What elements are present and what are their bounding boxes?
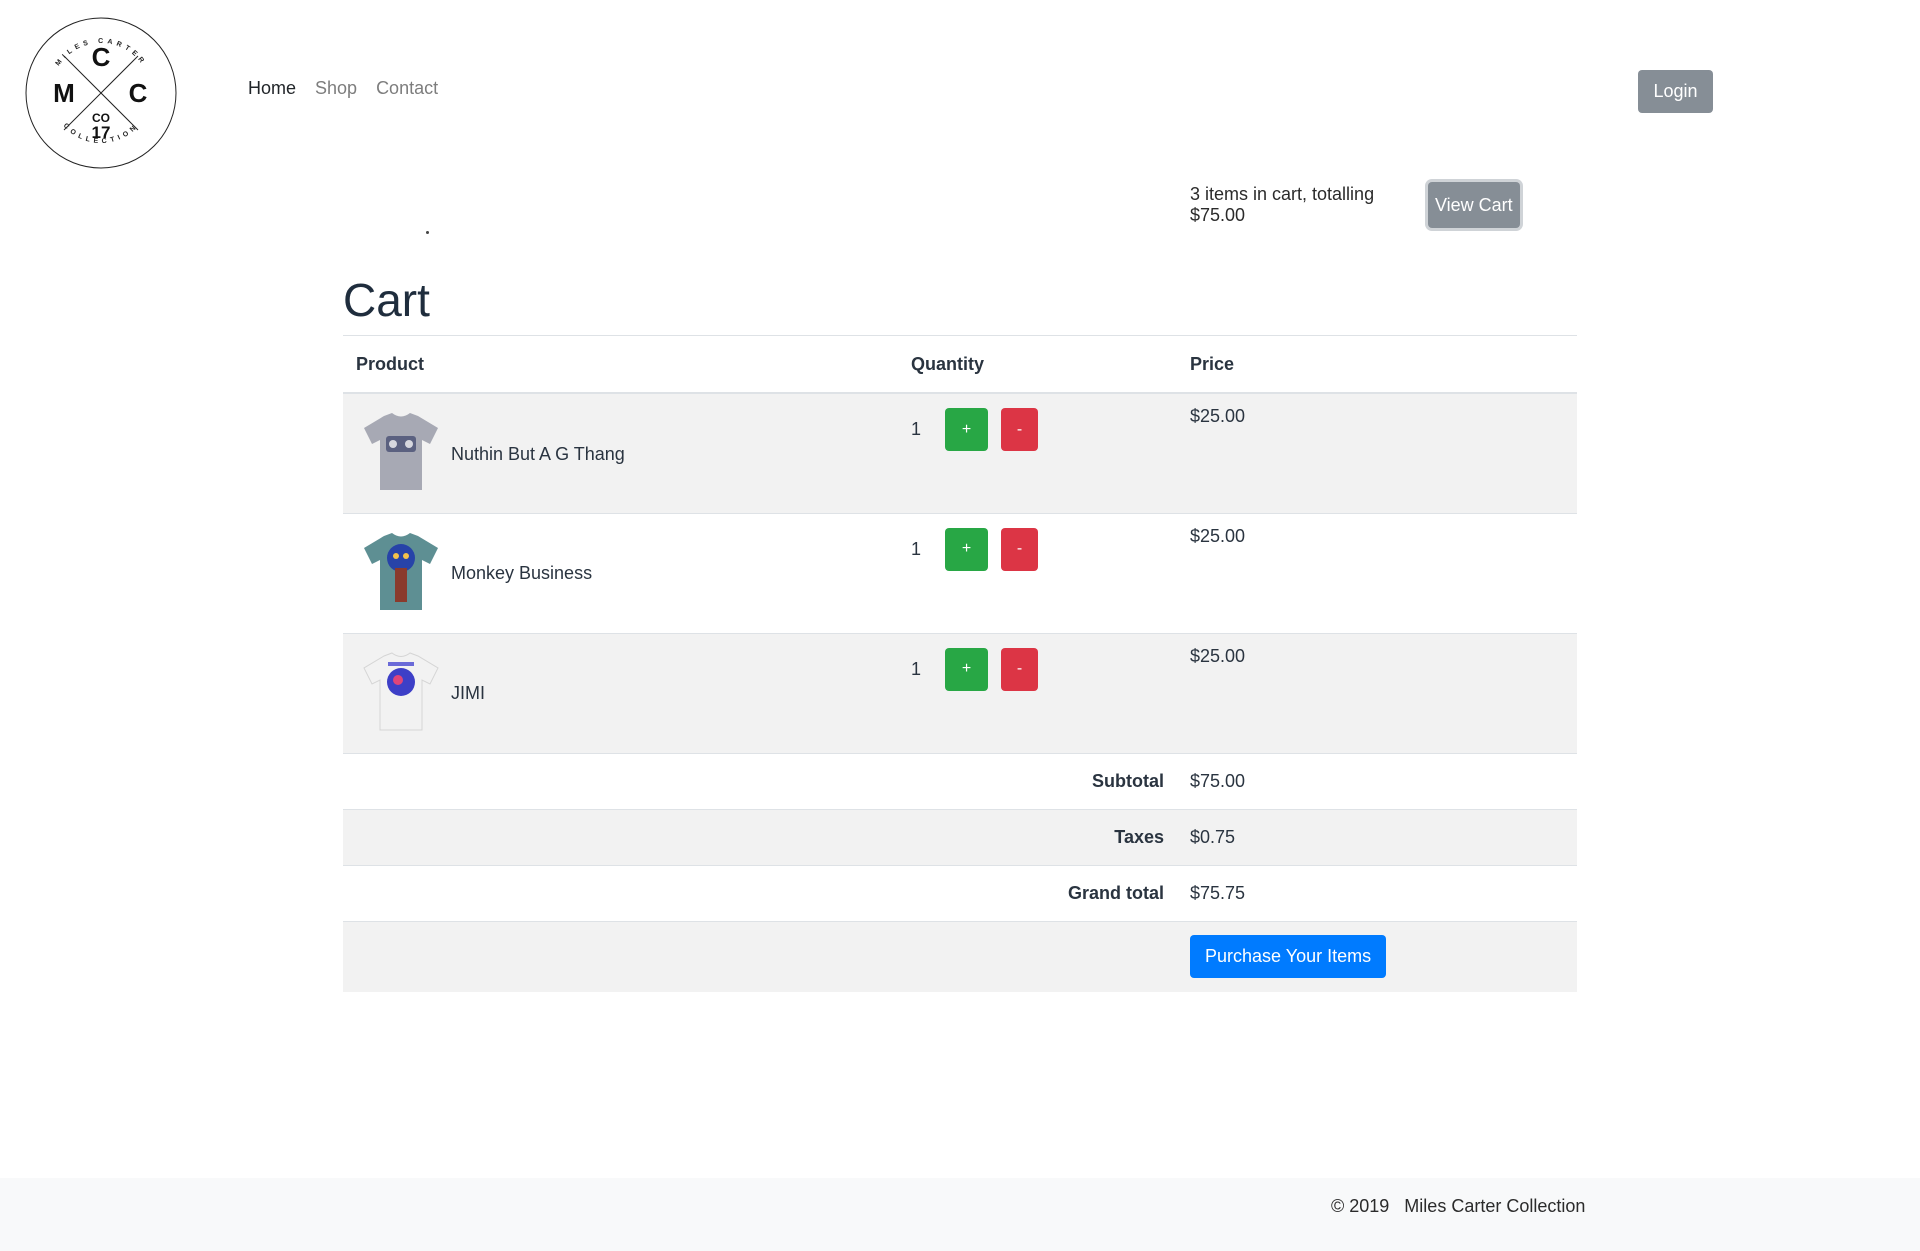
tshirt-image: [364, 413, 438, 490]
table-row: JIMI 1 + - $25.00: [343, 632, 1577, 753]
column-header-quantity: Quantity: [898, 336, 1177, 394]
quantity-value: 1: [911, 658, 922, 679]
main-nav: Home Shop Contact: [248, 78, 438, 99]
quantity-value: 1: [911, 538, 922, 559]
taxes-label: Taxes: [343, 808, 1177, 865]
logo-letter-left: M: [53, 78, 75, 108]
product-name: Monkey Business: [451, 563, 593, 583]
stray-dot: [426, 231, 429, 234]
taxes-row: Taxes $0.75: [343, 808, 1577, 865]
nav-home-link[interactable]: Home: [248, 78, 296, 99]
product-cell: Nuthin But A G Thang: [343, 392, 898, 513]
subtotal-row: Subtotal $75.00: [343, 752, 1577, 809]
decrease-quantity-button[interactable]: -: [1001, 408, 1038, 451]
price-cell: $25.00: [1177, 392, 1577, 513]
page-title: Cart: [343, 270, 1577, 336]
column-header-price: Price: [1177, 336, 1577, 394]
logo-letter-right: C: [129, 78, 148, 108]
purchase-cell: Purchase Your Items: [1177, 920, 1577, 992]
product-cell: JIMI: [343, 632, 898, 753]
cart-summary-text: 3 items in cart, totalling $75.00: [1190, 184, 1375, 225]
login-button[interactable]: Login: [1638, 70, 1713, 113]
increase-quantity-button[interactable]: +: [945, 408, 988, 451]
product-name: Nuthin But A G Thang: [451, 443, 625, 464]
price-cell: $25.00: [1177, 632, 1577, 753]
tshirt-thumbnail[interactable]: [356, 646, 446, 736]
increase-quantity-button[interactable]: +: [945, 527, 988, 571]
grand-total-label: Grand total: [343, 864, 1177, 921]
price-cell: $25.00: [1177, 512, 1577, 633]
cart-summary-bar: 3 items in cart, totalling $75.00 View C…: [1190, 182, 1520, 228]
grand-total-row: Grand total $75.75: [343, 864, 1577, 921]
view-cart-button[interactable]: View Cart: [1427, 182, 1520, 228]
nav-shop-link[interactable]: Shop: [315, 78, 357, 99]
subtotal-value: $75.00: [1177, 752, 1577, 809]
logo-year: 17: [92, 123, 111, 142]
taxes-value: $0.75: [1177, 808, 1577, 865]
purchase-row: Purchase Your Items: [343, 920, 1577, 992]
nav-contact-link[interactable]: Contact: [376, 78, 438, 99]
tshirt-image: [364, 532, 438, 610]
footer-copyright: © 2019 Miles Carter Collection: [1331, 1196, 1586, 1216]
column-header-product: Product: [343, 336, 898, 394]
table-row: Nuthin But A G Thang 1 + - $25.00: [343, 392, 1577, 513]
quantity-value: 1: [911, 419, 922, 439]
purchase-row-spacer: [343, 920, 1177, 992]
logo-letter-top: C: [92, 42, 111, 72]
quantity-cell: 1 + -: [898, 392, 1177, 513]
decrease-quantity-button[interactable]: -: [1001, 527, 1038, 571]
site-header: MILES CARTER COLLECTION C M C CO 17 Home…: [0, 0, 1920, 180]
tshirt-thumbnail[interactable]: [356, 406, 446, 496]
decrease-quantity-button[interactable]: -: [1001, 647, 1038, 691]
quantity-cell: 1 + -: [898, 632, 1177, 753]
table-header-row: Product Quantity Price: [343, 336, 1577, 394]
brand-logo[interactable]: MILES CARTER COLLECTION C M C CO 17: [24, 16, 178, 170]
cart-section: Cart Product Quantity Price Nuthin But A…: [343, 270, 1577, 992]
increase-quantity-button[interactable]: +: [945, 647, 988, 691]
product-name: JIMI: [451, 683, 485, 703]
tshirt-image: [363, 651, 439, 730]
quantity-cell: 1 + -: [898, 512, 1177, 633]
purchase-button[interactable]: Purchase Your Items: [1190, 935, 1387, 979]
grand-total-value: $75.75: [1177, 864, 1577, 921]
product-cell: Monkey Business: [343, 512, 898, 633]
site-footer: © 2019 Miles Carter Collection: [0, 1178, 1920, 1251]
table-row: Monkey Business 1 + - $25.00: [343, 512, 1577, 633]
cart-table: Product Quantity Price Nuthin But A G Th…: [343, 336, 1577, 992]
subtotal-label: Subtotal: [343, 752, 1177, 809]
tshirt-thumbnail[interactable]: [356, 526, 446, 616]
